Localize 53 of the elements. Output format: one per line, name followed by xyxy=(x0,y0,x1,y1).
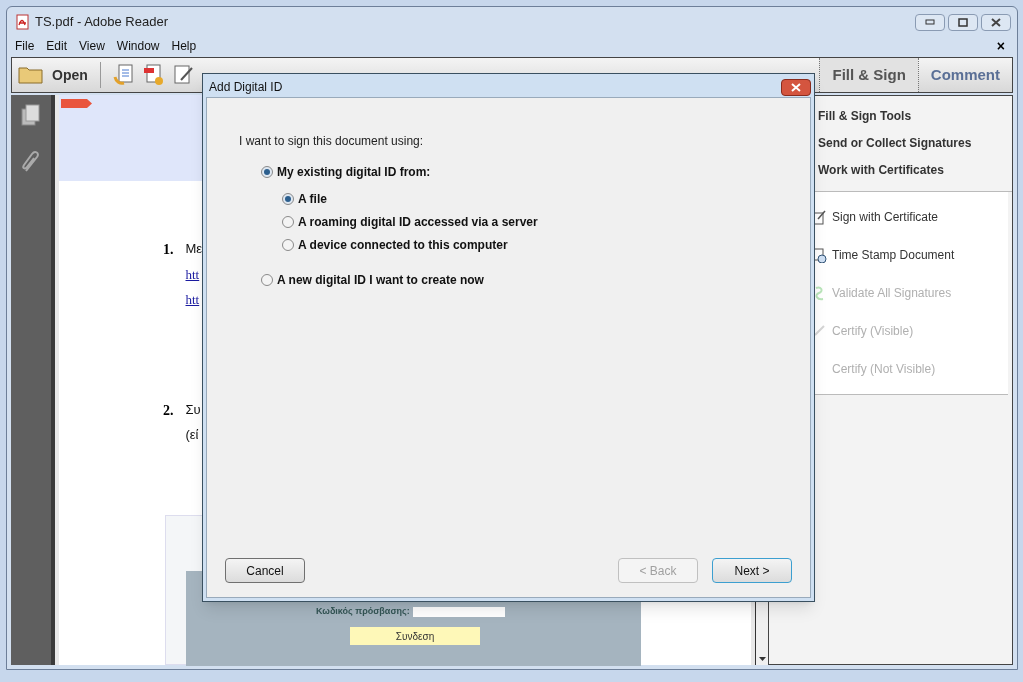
radio-button[interactable] xyxy=(282,192,294,205)
minimize-icon xyxy=(925,19,935,25)
radio-label: A roaming digital ID accessed via a server xyxy=(298,213,538,231)
document-text: Συ xyxy=(185,400,201,419)
radio-label: A file xyxy=(298,190,327,208)
radio-label: A new digital ID I want to create now xyxy=(277,271,484,289)
tool-item[interactable]: Sign with Certificate xyxy=(832,208,939,226)
radio-button[interactable] xyxy=(282,238,294,251)
panel-section-header[interactable]: Fill & Sign Tools xyxy=(818,107,1012,125)
document-text: (εί xyxy=(185,426,200,444)
menu-item[interactable]: View xyxy=(79,37,105,55)
maximize-button[interactable] xyxy=(948,13,978,31)
window-title: TS.pdf - Adobe Reader xyxy=(35,13,168,32)
radio-button[interactable] xyxy=(261,165,273,178)
cancel-button[interactable]: Cancel xyxy=(225,558,305,583)
document-icon[interactable] xyxy=(112,63,135,87)
menu-item[interactable]: Window xyxy=(116,37,160,55)
menu-item[interactable]: File xyxy=(15,37,35,55)
tab[interactable]: Fill & Sign xyxy=(819,58,918,92)
radio-button[interactable] xyxy=(261,273,273,286)
close-document-button[interactable]: × xyxy=(996,39,1005,53)
radio-label: A device connected to this computer xyxy=(298,236,508,254)
tag-icon xyxy=(61,99,93,108)
tab[interactable]: Comment xyxy=(917,58,1012,92)
scroll-down-icon[interactable] xyxy=(758,657,766,661)
password-label: Κωδικός πρόσβασης: xyxy=(316,605,410,618)
close-icon xyxy=(791,82,801,92)
list-number: 2. xyxy=(163,401,174,420)
link[interactable]: htt xyxy=(185,290,203,310)
open-button[interactable]: Open xyxy=(52,64,88,86)
tool-item[interactable]: Time Stamp Document xyxy=(832,246,955,264)
close-button[interactable] xyxy=(781,78,811,96)
dialog-title: Add Digital ID xyxy=(208,79,283,96)
pdf-file-icon xyxy=(15,14,31,30)
close-icon xyxy=(991,17,1001,27)
panel-section-header[interactable]: Send or Collect Signatures xyxy=(818,134,1012,152)
pages-icon[interactable] xyxy=(20,103,42,127)
maximize-icon xyxy=(958,17,968,27)
pen-document-icon[interactable] xyxy=(172,63,195,87)
link[interactable]: htt xyxy=(185,264,203,284)
next-button[interactable]: Next > xyxy=(712,558,792,583)
panel-section-header[interactable]: Work with Certificates xyxy=(818,161,1012,179)
document-text: Με xyxy=(185,240,203,258)
menu-item[interactable]: Edit xyxy=(46,37,68,55)
radio-button[interactable] xyxy=(282,215,294,228)
radio-label: My existing digital ID from: xyxy=(277,163,431,181)
list-number: 1. xyxy=(163,241,174,259)
pen-document-icon xyxy=(812,209,828,225)
menu-item[interactable]: Help xyxy=(171,37,197,55)
close-button[interactable] xyxy=(981,13,1011,31)
document-gear-icon[interactable] xyxy=(142,63,165,87)
minimize-button[interactable] xyxy=(915,13,945,31)
prompt-text: I want to sign this document using: xyxy=(239,133,425,150)
